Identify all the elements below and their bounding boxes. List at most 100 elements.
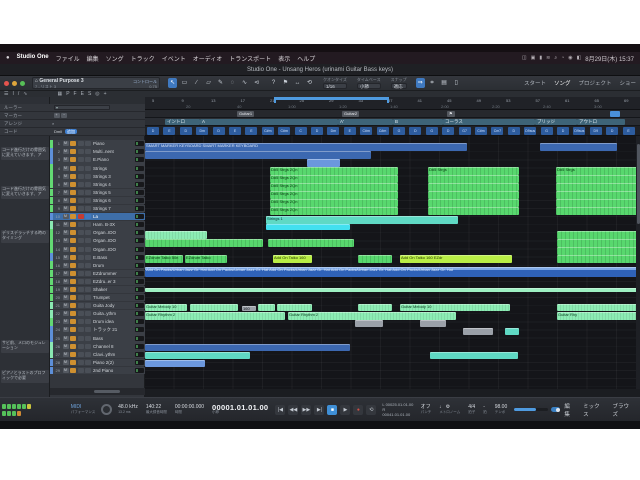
track-name[interactable]: La xyxy=(91,214,135,219)
clip-mint-41[interactable] xyxy=(258,304,275,311)
arranger-lane[interactable]: イントロAA'Bコーラスブリッジアウトロ xyxy=(145,118,640,126)
track-name[interactable]: Ham. B-3X xyxy=(91,222,135,227)
help-icon[interactable]: ? xyxy=(269,78,278,88)
marker-track-row[interactable]: + − xyxy=(50,112,145,120)
clip-d#5-strgs[interactable]: D#5 Strgs xyxy=(556,167,637,175)
monitor-button[interactable] xyxy=(70,295,76,300)
performance-label[interactable]: パフォーマンス xyxy=(71,410,95,415)
snap-toggle-icon[interactable]: ⇒ xyxy=(416,78,425,88)
track-name[interactable]: Trumpet xyxy=(91,295,135,300)
mute-button[interactable]: M xyxy=(63,214,69,219)
chord-event[interactable]: D9sus xyxy=(524,127,536,135)
monitor-button[interactable] xyxy=(70,149,76,154)
chord-event[interactable]: D9 xyxy=(590,127,602,135)
clip-160[interactable]: 160 xyxy=(242,306,256,311)
special-track-label-アレンジ[interactable]: アレンジ xyxy=(0,120,50,128)
search-icon[interactable]: ⌕ xyxy=(554,55,557,61)
autoscroll-icon[interactable]: ↔ xyxy=(293,78,302,88)
mute-button[interactable]: M xyxy=(63,344,69,349)
marker-lane[interactable]: Guitar1Guitar2⚑ xyxy=(145,110,640,118)
monitor-button[interactable] xyxy=(70,319,76,324)
track-row-EZdrummer[interactable]: 17MEZdrummer xyxy=(50,270,145,278)
view-button-編集[interactable]: 編集 xyxy=(564,402,575,418)
wifi-icon[interactable]: ≋ xyxy=(546,55,550,61)
bend-tool[interactable]: ∿ xyxy=(240,78,249,88)
marker-add-button[interactable]: + xyxy=(54,113,60,118)
clip-green-17[interactable] xyxy=(428,199,519,207)
track-row-Strings 3[interactable]: 5MStrings 3 xyxy=(50,172,145,180)
track-row-Organ..IDO[interactable]: 14MOrgan..IDO xyxy=(50,245,145,253)
quantize-select[interactable]: 1/16 xyxy=(323,83,347,89)
clip-grey-50[interactable] xyxy=(420,320,446,327)
track-row-La[interactable]: 10MLa xyxy=(50,213,145,221)
menu-item-9[interactable]: ヘルプ xyxy=(297,54,315,63)
chord-event[interactable]: D xyxy=(508,127,520,135)
track-name[interactable]: Organ..IDO xyxy=(91,230,135,235)
chord-event[interactable]: E xyxy=(245,127,257,135)
track-row-Strings 5[interactable]: 7MStrings 5 xyxy=(50,189,145,197)
track-row-トラック 21[interactable]: 24Mトラック 21 xyxy=(50,326,145,334)
record-arm-button[interactable] xyxy=(78,174,84,179)
track-name[interactable]: Organ..IDO xyxy=(91,238,135,243)
device-panel[interactable]: ⌂ General Purpose 3 コントロール 7 - リスト 3 0.7… xyxy=(32,77,160,89)
eraser-tool[interactable]: ▱ xyxy=(204,78,213,88)
monitor-button[interactable] xyxy=(70,222,76,227)
track-name[interactable]: Clavi..ythm xyxy=(91,352,135,357)
clip-mintThin-37[interactable] xyxy=(145,288,637,292)
clip-smart-marker-k[interactable]: SMART MARKER KEYBOARD SMART MARKER KEYBO… xyxy=(145,143,467,151)
split-tool[interactable]: ∕ xyxy=(192,78,201,88)
bars-display-label[interactable]: 小節 xyxy=(212,410,268,415)
clip-green-33[interactable] xyxy=(358,255,392,263)
record-arm-button[interactable] xyxy=(78,327,84,332)
track-name[interactable]: Guita..ythm xyxy=(91,311,135,316)
menu-item-5[interactable]: イベント xyxy=(162,54,186,63)
monitor-button[interactable] xyxy=(70,198,76,203)
loop-region[interactable] xyxy=(274,97,389,100)
panel-icon[interactable]: ▯ xyxy=(452,78,461,88)
mute-button[interactable]: M xyxy=(63,303,69,308)
snap-select[interactable]: 適応 xyxy=(391,83,407,89)
clip-d#5-strgs-2qn[interactable]: D#5 Strgs 2Qn xyxy=(270,175,398,183)
monitor-button[interactable] xyxy=(70,271,76,276)
chord-event[interactable]: C#m xyxy=(278,127,290,135)
marker-flag-⚑[interactable]: ⚑ xyxy=(447,111,455,117)
clip-guitar-melody[interactable]: Guitar Melody 10 xyxy=(400,304,510,311)
menu-item-6[interactable]: オーディオ xyxy=(193,54,223,63)
record-arm-button[interactable] xyxy=(78,295,84,300)
loop-range[interactable]: L 00025.01.01.00 R 00041.01.01.00 xyxy=(382,402,413,417)
monitor-button[interactable] xyxy=(70,238,76,243)
menu-item-app[interactable]: Studio One xyxy=(17,54,49,63)
track-name[interactable]: Strings 4 xyxy=(91,182,135,187)
marker-remove-button[interactable]: − xyxy=(61,113,67,118)
chord-lane[interactable]: DEDDmDEEC#mC#mCDDmEC#mC#mGDGDG7C#mCm7DD9… xyxy=(145,126,640,136)
track-row-Strings 7[interactable]: 9MStrings 7 xyxy=(50,205,145,213)
chord-event[interactable]: D xyxy=(311,127,323,135)
clip-cyan-23[interactable] xyxy=(266,224,350,230)
page-button-スタート[interactable]: スタート xyxy=(524,79,546,87)
chord-event[interactable]: D xyxy=(442,127,454,135)
mute-button[interactable]: M xyxy=(63,295,69,300)
chord-event[interactable]: D9sus xyxy=(573,127,585,135)
page-button-ソング[interactable]: ソング xyxy=(554,79,571,87)
return-to-start-button[interactable]: |◀ xyxy=(275,405,285,415)
monitor-button[interactable] xyxy=(70,255,76,260)
clip-mint-39[interactable] xyxy=(190,304,238,311)
clip-green-25[interactable] xyxy=(557,231,637,239)
tempo-slider[interactable] xyxy=(514,408,547,411)
track-name[interactable]: Multi..nent xyxy=(91,149,135,154)
page-button-プロジェクト[interactable]: プロジェクト xyxy=(578,79,611,87)
monitor-button[interactable] xyxy=(70,214,76,219)
clip-green-9[interactable] xyxy=(556,175,637,183)
monitor-button[interactable] xyxy=(70,336,76,341)
clip-green-21[interactable] xyxy=(556,207,637,215)
clip-guitar-rhy[interactable]: Guitar Rhy xyxy=(557,312,637,320)
monitor-button[interactable] xyxy=(70,166,76,171)
mute-button[interactable]: M xyxy=(63,198,69,203)
record-arm-button[interactable] xyxy=(78,190,84,195)
mute-button[interactable]: M xyxy=(63,360,69,365)
monitor-button[interactable] xyxy=(70,368,76,373)
track-name[interactable]: Drum xyxy=(91,263,135,268)
chord-event[interactable]: D xyxy=(180,127,192,135)
record-arm-button[interactable] xyxy=(78,230,84,235)
track-row-Organ..IDO[interactable]: 12MOrgan..IDO xyxy=(50,229,145,237)
